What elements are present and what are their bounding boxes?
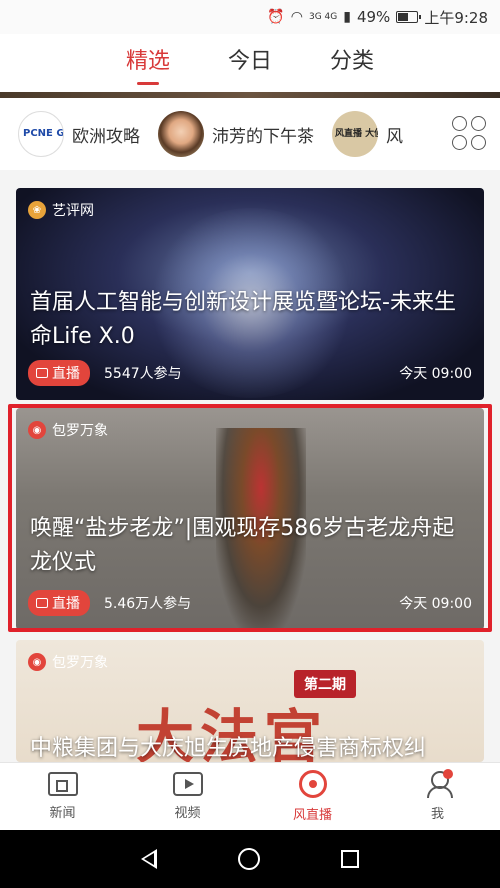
participant-count: 5547人参与 (104, 366, 182, 382)
channel-label: 风 (386, 126, 403, 147)
video-icon (172, 772, 203, 796)
system-nav-bar (0, 830, 500, 888)
notification-dot (443, 769, 453, 779)
signal-icon: ▮ (343, 9, 351, 25)
card-source: ◉ 包罗万象 (28, 652, 108, 672)
tv-icon (36, 368, 48, 378)
live-icon (298, 770, 327, 798)
alarm-icon: ⏰ (267, 9, 285, 25)
back-icon[interactable] (140, 849, 157, 869)
channel-row: PCNE GO 欧洲攻略 沛芳的下午茶 风直播 大侦探 风 (0, 98, 500, 170)
card-title: 首届人工智能与创新设计展览暨论坛-未来生命Life X.0 (30, 290, 456, 349)
recents-icon[interactable] (341, 850, 360, 868)
status-bar: ⏰ ◠ 3G 4G ▮ 49% 上午9:28 (0, 0, 500, 34)
source-logo-icon: ❀ (28, 201, 46, 219)
bottom-nav: 新闻 视频 风直播 我 (0, 762, 500, 830)
news-icon (47, 772, 78, 796)
grid-dot-icon (452, 135, 467, 150)
top-tab-bar: 精选 今日 分类 (0, 34, 500, 92)
channel-item-europe[interactable]: PCNE GO 欧洲攻略 (18, 111, 140, 157)
channel-fade (408, 98, 448, 170)
channel-avatar: 风直播 大侦探 (332, 111, 378, 157)
tab-today[interactable]: 今日 (228, 43, 272, 83)
live-card[interactable]: ❀ 艺评网 首届人工智能与创新设计展览暨论坛-未来生命Life X.0 直播 5… (16, 188, 484, 400)
channel-label: 沛芳的下午茶 (212, 126, 314, 147)
source-name: 艺评网 (52, 203, 94, 219)
nav-label: 风直播 (292, 808, 332, 823)
nav-me[interactable]: 我 (375, 763, 500, 830)
nav-label: 我 (430, 807, 444, 822)
tab-featured[interactable]: 精选 (126, 43, 170, 85)
channel-item-feng[interactable]: 风直播 大侦探 风 (332, 111, 403, 157)
card-meta: 直播 5547人参与 今天 09:00 (28, 360, 472, 386)
nav-video[interactable]: 视频 (125, 763, 250, 830)
issue-badge: 第二期 (294, 670, 356, 698)
avatar-text: PCNE GO (23, 128, 64, 139)
channel-avatar (158, 111, 204, 157)
nav-label: 新闻 (49, 806, 76, 821)
source-name: 包罗万象 (52, 655, 108, 671)
status-time: 上午9:28 (424, 8, 488, 27)
home-icon[interactable] (237, 848, 260, 870)
live-badge: 直播 (28, 360, 90, 386)
channel-avatar: PCNE GO (18, 111, 64, 157)
grid-dot-icon (471, 116, 486, 131)
battery-percent: 49% (356, 8, 391, 26)
channel-label: 欧洲攻略 (72, 126, 140, 147)
channel-grid-button[interactable] (452, 116, 486, 150)
grid-dot-icon (471, 135, 486, 150)
battery-icon (396, 11, 422, 23)
tab-category[interactable]: 分类 (330, 43, 374, 83)
network-label: 3G 4G (308, 12, 338, 22)
card-source: ❀ 艺评网 (28, 200, 94, 220)
selection-highlight (8, 404, 492, 632)
live-label: 直播 (52, 366, 80, 382)
nav-live[interactable]: 风直播 (250, 763, 375, 830)
card-title: 中粮集团与大庆旭生房地产侵害商标权纠 (30, 736, 427, 761)
avatar-text: 风直播 大侦探 (335, 128, 378, 139)
source-logo-icon: ◉ (28, 653, 46, 671)
nav-label: 视频 (174, 806, 201, 821)
wifi-icon: ◠ (290, 9, 303, 25)
card-time: 今天 09:00 (399, 366, 472, 382)
nav-news[interactable]: 新闻 (0, 763, 125, 830)
grid-dot-icon (452, 116, 467, 131)
live-card[interactable]: 大法官 第二期 ◉ 包罗万象 中粮集团与大庆旭生房地产侵害商标权纠 (16, 640, 484, 762)
channel-item-peifang[interactable]: 沛芳的下午茶 (158, 111, 314, 157)
